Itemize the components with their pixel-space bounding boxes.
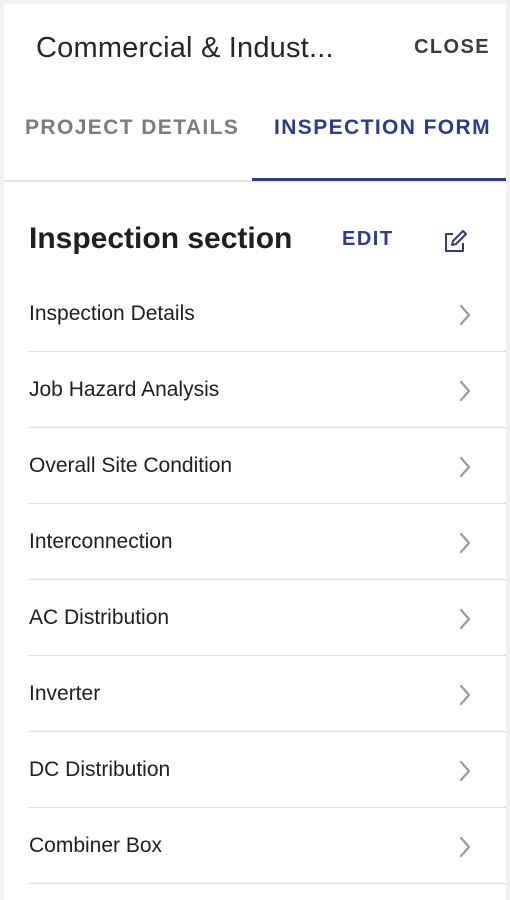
edit-square-icon[interactable] [441,229,469,255]
list-item-label: Job Hazard Analysis [29,378,220,401]
page-title: Commercial & Indust... [36,32,334,64]
chevron-right-icon [459,608,471,630]
list-item-inverter[interactable]: Inverter [29,656,506,732]
chevron-right-icon [459,456,471,478]
list-item-label: Combiner Box [29,834,163,857]
chevron-right-icon [459,760,471,782]
chevron-right-icon [459,684,471,706]
section-title: Inspection section [29,222,293,255]
list-item-job-hazard-analysis[interactable]: Job Hazard Analysis [29,352,506,428]
inspection-section-list: Inspection Details Job Hazard Analysis O… [29,276,506,884]
list-item-label: Overall Site Condition [29,454,233,477]
list-item-label: Interconnection [29,530,173,553]
chevron-right-icon [459,304,471,326]
list-item-label: AC Distribution [29,606,170,629]
list-item-dc-distribution[interactable]: DC Distribution [29,732,506,808]
tab-inspection-form[interactable]: INSPECTION FORM [252,116,506,180]
list-item-label: Inverter [29,682,101,705]
tab-bar: PROJECT DETAILS INSPECTION FORM [4,116,506,181]
list-item-label: DC Distribution [29,758,171,781]
chevron-right-icon [459,836,471,858]
list-item-ac-distribution[interactable]: AC Distribution [29,580,506,656]
list-item-inspection-details[interactable]: Inspection Details [29,276,506,352]
list-item-combiner-box[interactable]: Combiner Box [29,808,506,884]
list-item-overall-site-condition[interactable]: Overall Site Condition [29,428,506,504]
inspection-panel: Commercial & Indust... CLOSE PROJECT DET… [0,0,510,900]
edit-button[interactable]: EDIT [342,228,394,251]
list-item-interconnection[interactable]: Interconnection [29,504,506,580]
chevron-right-icon [459,532,471,554]
close-button[interactable]: CLOSE [414,36,490,59]
chevron-right-icon [459,380,471,402]
tab-project-details[interactable]: PROJECT DETAILS [25,116,239,180]
inspection-content: Inspection section EDIT Inspection Detai… [4,181,506,900]
panel-header: Commercial & Indust... CLOSE PROJECT DET… [4,4,506,181]
list-item-label: Inspection Details [29,302,195,325]
